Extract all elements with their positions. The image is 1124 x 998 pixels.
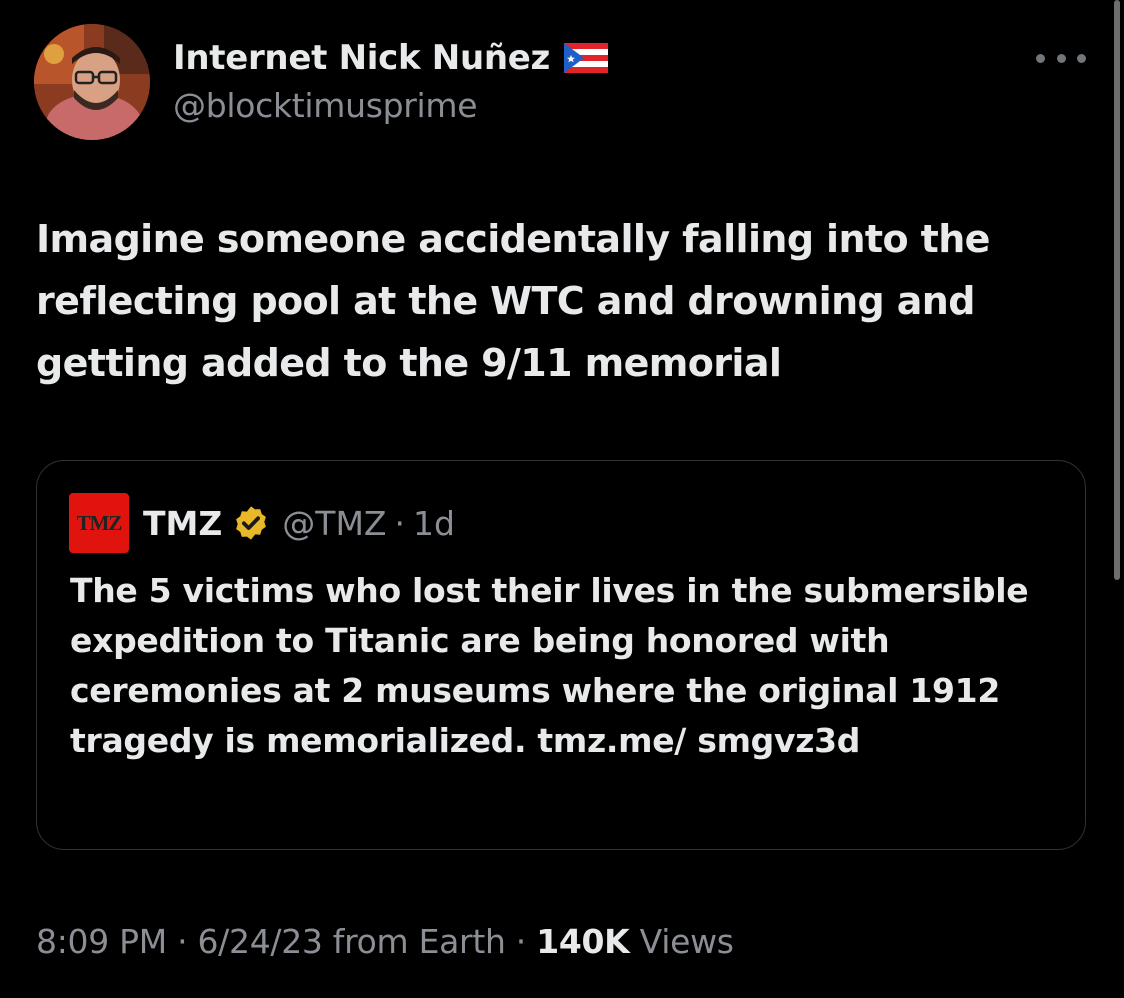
quoted-tweet-header: TMZ TMZ @TMZ · 1d [69,493,455,553]
tweet-date[interactable]: 6/24/23 from Earth [197,922,505,961]
author-name-row: Internet Nick Nuñez [173,38,609,78]
tmz-logo-icon[interactable]: TMZ [69,493,129,553]
author-handle[interactable]: @blocktimusprime [173,86,478,125]
scrollbar[interactable] [1114,0,1120,580]
author-display-name[interactable]: Internet Nick Nuñez [173,38,550,78]
quoted-tweet-card[interactable]: TMZ TMZ @TMZ · 1d The 5 victims who lost… [36,460,1086,850]
tweet-time[interactable]: 8:09 PM [36,922,167,961]
quoted-tweet-text: The 5 victims who lost their lives in th… [70,571,1029,760]
tweet-text: Imagine someone accidentally falling int… [36,217,990,385]
quoted-separator: · [394,503,406,543]
puerto-rico-flag-icon [564,43,609,73]
quoted-timestamp[interactable]: 1d [413,504,455,543]
tweet-meta-row: 8:09 PM · 6/24/23 from Earth · 140K View… [36,922,734,961]
views-label: Views [639,922,734,961]
avatar-image [34,24,150,140]
quoted-author-handle[interactable]: @TMZ [282,504,386,543]
quoted-author-name[interactable]: TMZ [143,504,222,543]
more-options-button[interactable] [1036,48,1086,68]
meta-separator: · [515,922,527,961]
more-dot-icon [1036,53,1045,63]
views-count: 140K [536,922,630,961]
avatar[interactable] [34,24,150,140]
gold-verified-badge-icon [236,506,267,540]
more-dot-icon [1077,53,1086,63]
more-dot-icon [1056,53,1066,63]
tmz-logo-text: TMZ [76,510,123,535]
meta-separator: · [177,922,188,961]
